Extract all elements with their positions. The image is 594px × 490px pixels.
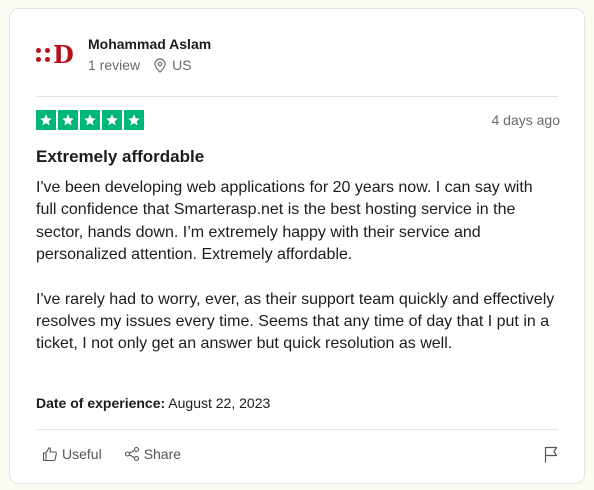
review-date: 4 days ago	[491, 112, 561, 128]
star-icon	[58, 110, 78, 130]
share-icon	[124, 446, 139, 462]
review-count: 1 review	[88, 57, 141, 73]
review-body: I've been developing web applications fo…	[36, 177, 556, 356]
experience-date: August 22, 2023	[168, 395, 271, 411]
reviewer-meta: 1 review US	[88, 57, 192, 73]
location-pin-icon	[154, 57, 166, 73]
thumbs-up-icon	[42, 447, 57, 462]
star-icon	[124, 110, 144, 130]
review-paragraph: I've been developing web applications fo…	[36, 179, 533, 264]
review-title[interactable]: Extremely affordable	[36, 147, 204, 167]
header-divider	[36, 96, 558, 97]
star-icon	[80, 110, 100, 130]
star-rating	[36, 110, 144, 130]
review-actions: Useful Share	[42, 446, 181, 462]
reviewer-location: US	[154, 57, 192, 73]
experience-label: Date of experience:	[36, 395, 166, 411]
footer-divider	[36, 429, 558, 430]
share-button[interactable]: Share	[124, 446, 181, 462]
share-label: Share	[143, 446, 182, 462]
reviewer-name[interactable]: Mohammad Aslam	[88, 36, 211, 52]
star-icon	[102, 110, 122, 130]
logo-letter: D	[53, 40, 74, 69]
useful-label: Useful	[62, 446, 102, 462]
review-card: D Mohammad Aslam 1 review US 4 days ago …	[9, 8, 585, 484]
reviewer-logo[interactable]: D	[36, 41, 74, 69]
review-paragraph: I've rarely had to worry, ever, as their…	[36, 290, 555, 353]
location-text: US	[172, 57, 192, 73]
logo-dots	[36, 48, 50, 62]
date-of-experience: Date of experience: August 22, 2023	[36, 395, 270, 411]
star-icon	[36, 110, 56, 130]
useful-button[interactable]: Useful	[42, 446, 102, 462]
flag-icon	[544, 446, 558, 463]
report-flag-button[interactable]	[544, 446, 558, 468]
